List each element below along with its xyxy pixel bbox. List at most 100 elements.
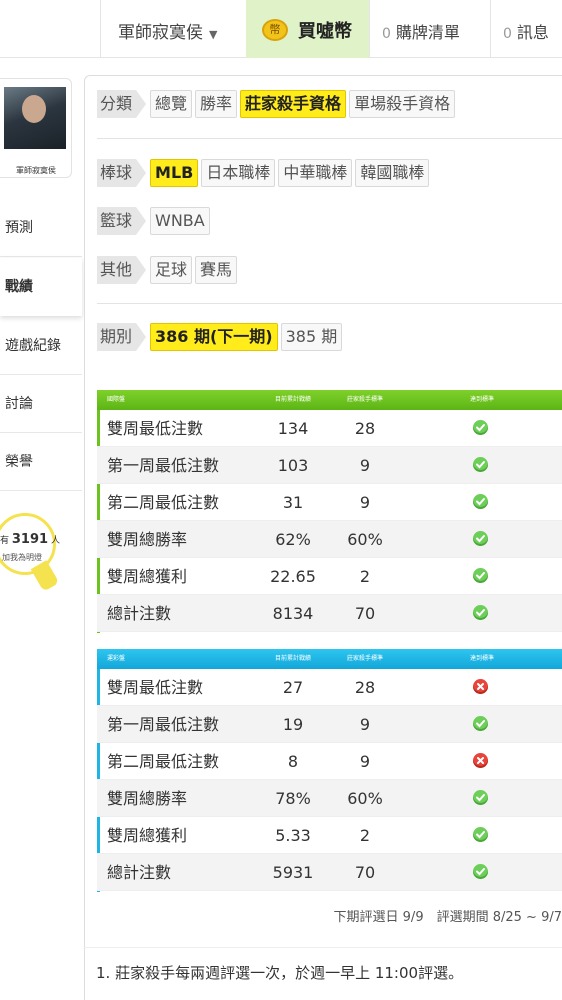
standard-value: 70 <box>354 604 376 623</box>
period-filter: 期別 386 期(下一期) 385 期 <box>97 323 345 353</box>
buy-coins-label: 買噓幣 <box>298 21 352 42</box>
status-cell <box>401 743 562 780</box>
current-value: 8134 <box>272 604 314 623</box>
status-cell <box>401 669 562 706</box>
table-row: 總計注數 5931 70 <box>97 854 562 891</box>
standard-value: 9 <box>359 715 371 734</box>
status-cell <box>401 484 562 521</box>
row-label: 第一周最低注數 <box>107 715 220 734</box>
row-label: 雙周總獲利 <box>107 567 188 586</box>
baseball-label: 棒球 <box>97 159 147 187</box>
check-circle-icon <box>473 494 488 509</box>
fans-prefix: 有 <box>0 536 10 546</box>
check-circle-icon <box>473 568 488 583</box>
check-circle-icon <box>473 716 488 731</box>
standard-value: 2 <box>359 567 371 586</box>
sidebar-item-discussion[interactable]: 討論 <box>0 375 82 433</box>
check-circle-icon <box>473 531 488 546</box>
status-cell <box>401 595 562 632</box>
row-label: 雙周最低注數 <box>107 678 204 697</box>
row-label: 雙周總勝率 <box>107 789 188 808</box>
status-cell <box>401 706 562 743</box>
table-row: 雙周總獲利 5.33 2 <box>97 817 562 854</box>
follow-me-text: 加我為明燈 <box>2 553 42 562</box>
table-header: 國際盤 目前累計戰績 莊家殺手標準 達到標準 <box>97 390 562 410</box>
caret-down-icon: ▼ <box>209 28 218 41</box>
sidebar: 軍師寂寞侯 預測 戰績 遊戲紀錄 討論 榮譽 有 3191 人 加我為明燈 <box>0 58 82 1000</box>
other-filter: 其他 足球 賽馬 <box>97 256 240 286</box>
sidebar-item-label: 戰績 <box>5 279 33 295</box>
cart-link[interactable]: 0 購牌清單 <box>382 19 460 43</box>
standard-value: 2 <box>359 826 371 845</box>
sidebar-item-predictions[interactable]: 預測 <box>0 199 82 257</box>
section-divider <box>97 138 562 139</box>
section-divider <box>84 947 562 948</box>
chip-mlb[interactable]: MLB <box>150 159 199 187</box>
chip-soccer[interactable]: 足球 <box>150 256 193 284</box>
chip-period-385[interactable]: 385 期 <box>280 323 343 351</box>
chip-cpbl[interactable]: 中華職棒 <box>278 159 353 187</box>
table-row: 第二周最低注數 8 9 <box>97 743 562 780</box>
table-row: 總計注數 8134 70 <box>97 595 562 632</box>
sidebar-item-honors[interactable]: 榮譽 <box>0 433 82 491</box>
status-cell <box>401 854 562 891</box>
chip-kbo[interactable]: 韓國職棒 <box>355 159 430 187</box>
standard-value: 9 <box>359 493 371 512</box>
row-label: 雙周總獲利 <box>107 826 188 845</box>
standard-value: 28 <box>354 678 376 697</box>
coin-icon: 幣 <box>262 19 288 41</box>
header-cell: 達到標準 <box>469 655 494 662</box>
standard-value: 70 <box>354 863 376 882</box>
top-navbar: 軍師寂寞侯 ▼ 幣 買噓幣 0 購牌清單 0 訊息 <box>0 0 562 58</box>
row-label: 第一周最低注數 <box>107 456 220 475</box>
nav-divider <box>100 0 101 58</box>
current-value: 78% <box>275 789 311 808</box>
check-circle-icon <box>473 827 488 842</box>
table-row: 雙周最低注數 27 28 <box>97 669 562 706</box>
current-value: 22.65 <box>270 567 316 586</box>
messages-label: 訊息 <box>516 23 549 42</box>
basketball-label: 籃球 <box>97 207 147 235</box>
chip-banker-killer[interactable]: 莊家殺手資格 <box>240 90 347 118</box>
evaluation-schedule: 下期評選日 9/9 評選期間 8/25 ~ 9/7 <box>333 910 562 925</box>
profile-card[interactable]: 軍師寂寞侯 <box>0 78 72 178</box>
user-menu-dropdown[interactable]: 軍師寂寞侯 ▼ <box>118 18 217 43</box>
avatar <box>4 87 66 149</box>
table-header: 運彩盤 目前累計戰績 莊家殺手標準 達到標準 <box>97 649 562 669</box>
section-divider <box>97 303 562 304</box>
messages-link[interactable]: 0 訊息 <box>503 19 549 43</box>
chip-overview[interactable]: 總覽 <box>150 90 193 118</box>
chip-win-rate[interactable]: 勝率 <box>195 90 238 118</box>
x-circle-icon <box>473 679 488 694</box>
header-cell: 目前累計戰績 <box>274 396 311 403</box>
rules-note: 1. 莊家殺手每兩週評選一次，於週一早上 11:00評選。 <box>96 964 464 982</box>
category-filter: 分類 總覽 勝率 莊家殺手資格 單場殺手資格 <box>97 90 458 120</box>
sidebar-item-label: 榮譽 <box>5 454 33 470</box>
standard-value: 60% <box>347 530 383 549</box>
chip-npb[interactable]: 日本職棒 <box>201 159 276 187</box>
international-table: 國際盤 目前累計戰績 莊家殺手標準 達到標準 雙周最低注數 134 28 第一周最低… <box>97 390 562 633</box>
table-row: 第一周最低注數 19 9 <box>97 706 562 743</box>
user-menu-label: 軍師寂寞侯 <box>118 23 203 43</box>
sidebar-item-record[interactable]: 戰績 <box>0 258 82 316</box>
chip-period-386[interactable]: 386 期(下一期) <box>150 323 278 351</box>
profile-name: 軍師寂寞侯 <box>16 166 56 175</box>
status-cell <box>401 558 562 595</box>
table-row: 第二周最低注數 31 9 <box>97 484 562 521</box>
table-row: 雙周總獲利 22.65 2 <box>97 558 562 595</box>
table-row: 雙周總勝率 78% 60% <box>97 780 562 817</box>
chip-wnba[interactable]: WNBA <box>150 207 210 235</box>
status-cell <box>401 410 562 447</box>
nav-divider <box>369 0 370 58</box>
standard-value: 60% <box>347 789 383 808</box>
baseball-filter: 棒球 MLB 日本職棒 中華職棒 韓國職棒 <box>97 159 432 189</box>
chip-single-game-killer[interactable]: 單場殺手資格 <box>349 90 456 118</box>
chip-horse-racing[interactable]: 賽馬 <box>195 256 238 284</box>
header-cell: 目前累計戰績 <box>274 655 311 662</box>
sidebar-item-game-log[interactable]: 遊戲紀錄 <box>0 317 82 375</box>
current-value: 8 <box>287 752 299 771</box>
row-label: 雙周最低注數 <box>107 419 204 438</box>
current-value: 134 <box>277 419 309 438</box>
header-cell: 達到標準 <box>469 396 494 403</box>
cart-label: 購牌清單 <box>395 23 460 42</box>
